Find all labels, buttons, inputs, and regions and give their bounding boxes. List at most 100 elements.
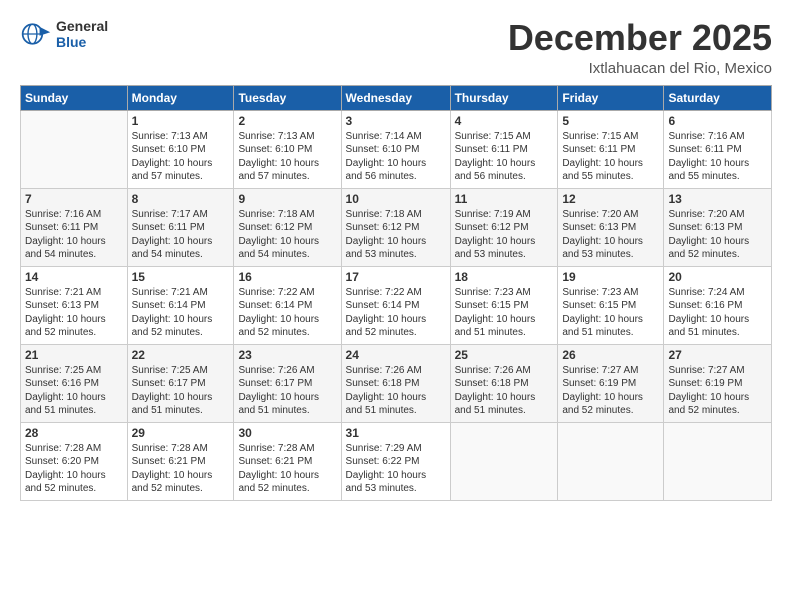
day-info: Sunrise: 7:15 AM Sunset: 6:11 PM Dayligh…: [562, 130, 659, 184]
day-number: 1: [132, 114, 230, 128]
day-info: Sunrise: 7:16 AM Sunset: 6:11 PM Dayligh…: [668, 130, 767, 184]
day-number: 20: [668, 270, 767, 284]
day-number: 18: [455, 270, 554, 284]
header-tuesday: Tuesday: [234, 85, 341, 110]
day-number: 7: [25, 192, 123, 206]
day-number: 3: [346, 114, 446, 128]
day-info: Sunrise: 7:28 AM Sunset: 6:21 PM Dayligh…: [238, 442, 336, 496]
day-number: 2: [238, 114, 336, 128]
day-number: 25: [455, 348, 554, 362]
day-info: Sunrise: 7:21 AM Sunset: 6:13 PM Dayligh…: [25, 286, 123, 340]
logo-text: General Blue: [56, 18, 108, 50]
calendar-cell: 26Sunrise: 7:27 AM Sunset: 6:19 PM Dayli…: [558, 344, 664, 422]
day-number: 19: [562, 270, 659, 284]
day-number: 31: [346, 426, 446, 440]
day-info: Sunrise: 7:27 AM Sunset: 6:19 PM Dayligh…: [562, 364, 659, 418]
calendar-cell: 17 Sunrise: 7:22 AM Sunset: 6:14 PM Dayli…: [341, 266, 450, 344]
calendar-week-2: 14Sunrise: 7:21 AM Sunset: 6:13 PM Dayli…: [21, 266, 772, 344]
calendar-week-3: 21 Sunrise: 7:25 AM Sunset: 6:16 PM Dayli…: [21, 344, 772, 422]
day-number: 8: [132, 192, 230, 206]
day-number: 21: [25, 348, 123, 362]
day-info: Sunrise: 7:26 AM Sunset: 6:18 PM Dayligh…: [455, 364, 554, 418]
calendar-cell: 2Sunrise: 7:13 AM Sunset: 6:10 PM Daylig…: [234, 110, 341, 188]
calendar-cell: 25 Sunrise: 7:26 AM Sunset: 6:18 PM Dayli…: [450, 344, 558, 422]
day-info: Sunrise: 7:25 AM Sunset: 6:17 PM Dayligh…: [132, 364, 230, 418]
day-info: Sunrise: 7:18 AM Sunset: 6:12 PM Dayligh…: [238, 208, 336, 262]
logo-icon: [20, 18, 52, 50]
day-number: 22: [132, 348, 230, 362]
calendar-cell: 1 Sunrise: 7:13 AM Sunset: 6:10 PM Daylig…: [127, 110, 234, 188]
day-info: Sunrise: 7:24 AM Sunset: 6:16 PM Dayligh…: [668, 286, 767, 340]
day-number: 23: [238, 348, 336, 362]
calendar-cell: 13Sunrise: 7:20 AM Sunset: 6:13 PM Dayli…: [664, 188, 772, 266]
day-info: Sunrise: 7:22 AM Sunset: 6:14 PM Dayligh…: [238, 286, 336, 340]
day-number: 12: [562, 192, 659, 206]
calendar-cell: 31 Sunrise: 7:29 AM Sunset: 6:22 PM Dayli…: [341, 422, 450, 500]
day-info: Sunrise: 7:19 AM Sunset: 6:12 PM Dayligh…: [455, 208, 554, 262]
calendar-cell: [664, 422, 772, 500]
calendar-cell: 18 Sunrise: 7:23 AM Sunset: 6:15 PM Dayli…: [450, 266, 558, 344]
calendar-week-0: 1 Sunrise: 7:13 AM Sunset: 6:10 PM Daylig…: [21, 110, 772, 188]
day-info: Sunrise: 7:28 AM Sunset: 6:21 PM Dayligh…: [132, 442, 230, 496]
day-number: 16: [238, 270, 336, 284]
calendar-cell: 5 Sunrise: 7:15 AM Sunset: 6:11 PM Daylig…: [558, 110, 664, 188]
calendar-cell: 16 Sunrise: 7:22 AM Sunset: 6:14 PM Dayli…: [234, 266, 341, 344]
calendar-header-row: Sunday Monday Tuesday Wednesday Thursday…: [21, 85, 772, 110]
header-thursday: Thursday: [450, 85, 558, 110]
calendar-cell: 19 Sunrise: 7:23 AM Sunset: 6:15 PM Dayli…: [558, 266, 664, 344]
calendar-cell: 3 Sunrise: 7:14 AM Sunset: 6:10 PM Daylig…: [341, 110, 450, 188]
day-number: 30: [238, 426, 336, 440]
calendar-cell: [21, 110, 128, 188]
day-info: Sunrise: 7:20 AM Sunset: 6:13 PM Dayligh…: [562, 208, 659, 262]
header-sunday: Sunday: [21, 85, 128, 110]
day-info: Sunrise: 7:18 AM Sunset: 6:12 PM Dayligh…: [346, 208, 446, 262]
calendar-cell: 12 Sunrise: 7:20 AM Sunset: 6:13 PM Dayli…: [558, 188, 664, 266]
day-number: 11: [455, 192, 554, 206]
calendar-cell: 6 Sunrise: 7:16 AM Sunset: 6:11 PM Daylig…: [664, 110, 772, 188]
calendar-cell: 21 Sunrise: 7:25 AM Sunset: 6:16 PM Dayli…: [21, 344, 128, 422]
calendar-cell: 29 Sunrise: 7:28 AM Sunset: 6:21 PM Dayli…: [127, 422, 234, 500]
calendar-table: Sunday Monday Tuesday Wednesday Thursday…: [20, 85, 772, 501]
day-info: Sunrise: 7:29 AM Sunset: 6:22 PM Dayligh…: [346, 442, 446, 496]
subtitle: Ixtlahuacan del Rio, Mexico: [508, 60, 772, 77]
day-number: 6: [668, 114, 767, 128]
calendar-cell: [450, 422, 558, 500]
day-info: Sunrise: 7:23 AM Sunset: 6:15 PM Dayligh…: [562, 286, 659, 340]
month-title: December 2025: [508, 18, 772, 58]
logo: General Blue: [20, 18, 108, 50]
calendar-cell: 7 Sunrise: 7:16 AM Sunset: 6:11 PM Daylig…: [21, 188, 128, 266]
day-number: 9: [238, 192, 336, 206]
day-number: 29: [132, 426, 230, 440]
day-info: Sunrise: 7:15 AM Sunset: 6:11 PM Dayligh…: [455, 130, 554, 184]
day-info: Sunrise: 7:22 AM Sunset: 6:14 PM Dayligh…: [346, 286, 446, 340]
day-info: Sunrise: 7:21 AM Sunset: 6:14 PM Dayligh…: [132, 286, 230, 340]
calendar-week-4: 28 Sunrise: 7:28 AM Sunset: 6:20 PM Dayli…: [21, 422, 772, 500]
day-number: 28: [25, 426, 123, 440]
day-info: Sunrise: 7:20 AM Sunset: 6:13 PM Dayligh…: [668, 208, 767, 262]
day-info: Sunrise: 7:28 AM Sunset: 6:20 PM Dayligh…: [25, 442, 123, 496]
calendar-cell: 4Sunrise: 7:15 AM Sunset: 6:11 PM Daylig…: [450, 110, 558, 188]
day-number: 5: [562, 114, 659, 128]
day-number: 17: [346, 270, 446, 284]
calendar-cell: 14Sunrise: 7:21 AM Sunset: 6:13 PM Dayli…: [21, 266, 128, 344]
calendar-cell: [558, 422, 664, 500]
calendar-cell: 22 Sunrise: 7:25 AM Sunset: 6:17 PM Dayli…: [127, 344, 234, 422]
header-friday: Friday: [558, 85, 664, 110]
day-info: Sunrise: 7:16 AM Sunset: 6:11 PM Dayligh…: [25, 208, 123, 262]
calendar-cell: 10 Sunrise: 7:18 AM Sunset: 6:12 PM Dayli…: [341, 188, 450, 266]
calendar-week-1: 7 Sunrise: 7:16 AM Sunset: 6:11 PM Daylig…: [21, 188, 772, 266]
day-info: Sunrise: 7:25 AM Sunset: 6:16 PM Dayligh…: [25, 364, 123, 418]
day-number: 10: [346, 192, 446, 206]
day-info: Sunrise: 7:13 AM Sunset: 6:10 PM Dayligh…: [132, 130, 230, 184]
header-monday: Monday: [127, 85, 234, 110]
calendar-cell: 27Sunrise: 7:27 AM Sunset: 6:19 PM Dayli…: [664, 344, 772, 422]
calendar-cell: 8 Sunrise: 7:17 AM Sunset: 6:11 PM Daylig…: [127, 188, 234, 266]
calendar-cell: 20 Sunrise: 7:24 AM Sunset: 6:16 PM Dayli…: [664, 266, 772, 344]
day-info: Sunrise: 7:26 AM Sunset: 6:18 PM Dayligh…: [346, 364, 446, 418]
header-wednesday: Wednesday: [341, 85, 450, 110]
day-info: Sunrise: 7:17 AM Sunset: 6:11 PM Dayligh…: [132, 208, 230, 262]
header-area: General Blue December 2025 Ixtlahuacan d…: [20, 18, 772, 77]
day-info: Sunrise: 7:14 AM Sunset: 6:10 PM Dayligh…: [346, 130, 446, 184]
day-info: Sunrise: 7:23 AM Sunset: 6:15 PM Dayligh…: [455, 286, 554, 340]
title-block: December 2025 Ixtlahuacan del Rio, Mexic…: [508, 18, 772, 77]
